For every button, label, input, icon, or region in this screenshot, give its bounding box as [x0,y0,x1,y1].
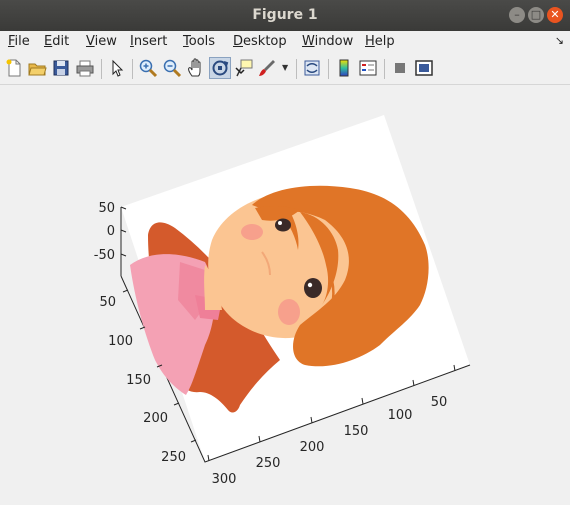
z-tick-label: 0 [107,224,115,239]
x-tick-label: 300 [212,472,237,487]
title-bar: Figure 1 – □ ✕ [0,0,570,31]
minimize-button[interactable]: – [509,7,525,23]
x-tick-label: 250 [256,456,281,471]
menu-file[interactable]: File [8,34,30,49]
x-tick-label: 200 [300,440,325,455]
z-tick-label: 50 [98,201,115,216]
colorbar-icon[interactable] [334,58,354,78]
data-cursor-icon[interactable] [234,58,254,78]
link-plot-icon[interactable] [302,58,322,78]
legend-icon[interactable] [358,58,378,78]
toolbar-separator [384,59,385,79]
toolbar-separator [328,59,329,79]
x-tick-label: 100 [388,408,413,423]
menu-desktop[interactable]: Desktop [233,34,287,49]
menu-insert[interactable]: Insert [130,34,167,49]
brush-dropdown-icon[interactable]: ▼ [282,63,288,72]
save-icon[interactable] [51,58,71,78]
x-tick-label: 50 [431,395,448,410]
dock-arrow-icon[interactable]: ↘ [555,34,564,47]
toolbar-separator [296,59,297,79]
maximize-button[interactable]: □ [528,7,544,23]
hide-plot-tools-icon[interactable] [390,58,410,78]
zoom-in-icon[interactable] [138,58,158,78]
close-button[interactable]: ✕ [547,7,563,23]
y-tick-label: 250 [161,450,186,465]
new-figure-icon[interactable] [4,58,24,78]
menu-help[interactable]: Help [365,34,395,49]
pointer-icon[interactable] [107,58,127,78]
toolbar-separator [101,59,102,79]
x-tick-label: 150 [344,424,369,439]
print-icon[interactable] [75,58,95,78]
toolbar-separator [132,59,133,79]
zoom-out-icon[interactable] [162,58,182,78]
y-tick-label: 200 [143,411,168,426]
menu-window[interactable]: Window [302,34,353,49]
menu-tools[interactable]: Tools [183,34,215,49]
pan-icon[interactable] [186,58,206,78]
toolbar: ▼ [0,54,570,85]
open-file-icon[interactable] [27,58,47,78]
y-tick-label: 50 [99,295,116,310]
y-tick-label: 100 [108,334,133,349]
window-title: Figure 1 [252,7,318,23]
menu-edit[interactable]: Edit [44,34,69,49]
menu-bar: File Edit View Insert Tools Desktop Wind… [0,31,570,53]
y-tick-label: 150 [126,373,151,388]
menu-view[interactable]: View [86,34,117,49]
show-plot-tools-icon[interactable] [414,58,434,78]
brush-icon[interactable] [257,58,277,78]
z-tick-label: -50 [94,248,115,263]
rotate-3d-icon[interactable] [209,57,231,79]
plot-area[interactable]: 50 0 -50 50 100 150 200 250 300 250 200 … [0,85,570,505]
